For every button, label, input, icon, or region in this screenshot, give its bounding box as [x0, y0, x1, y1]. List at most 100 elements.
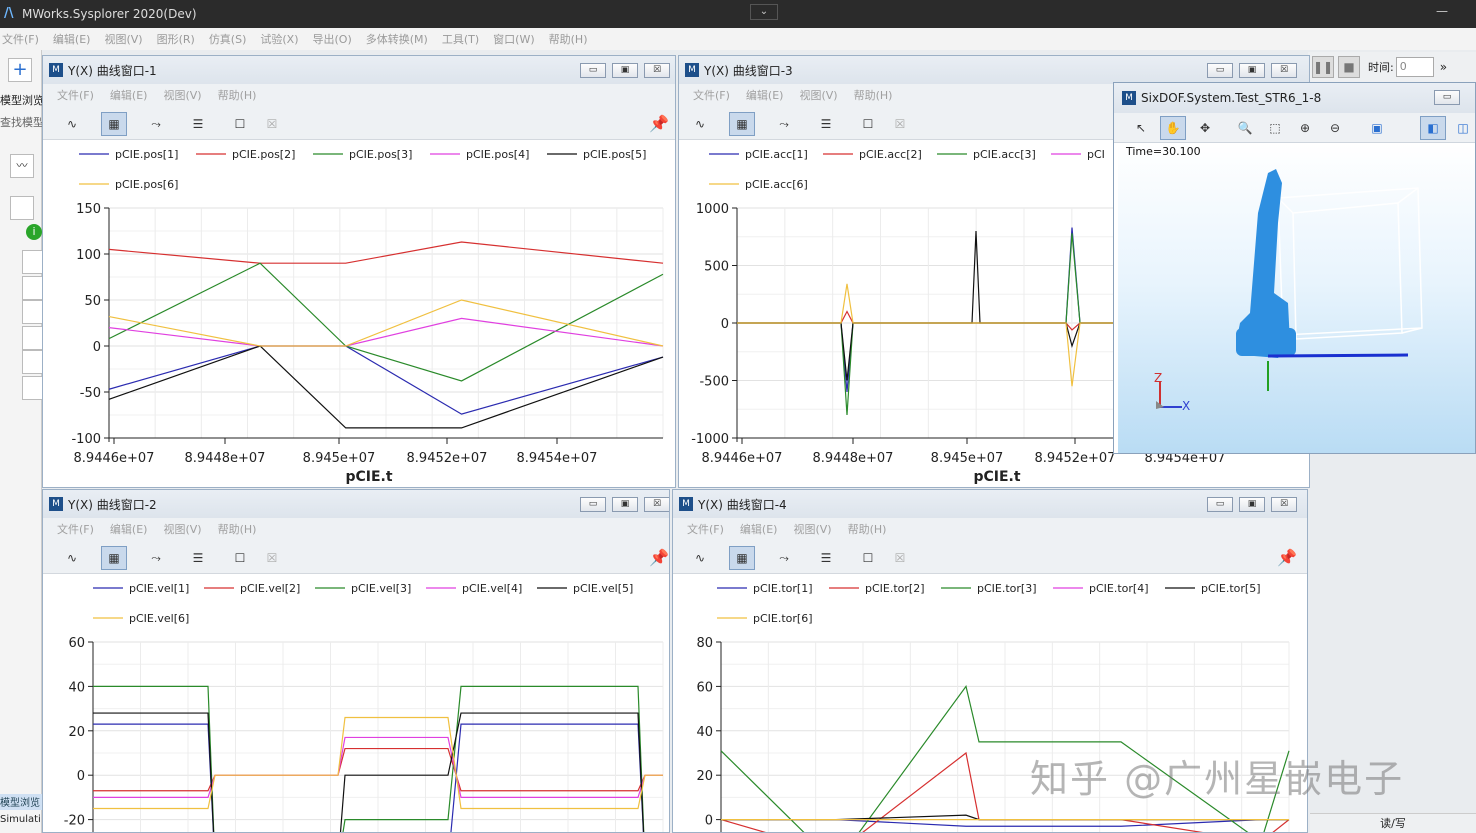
- curve-icon[interactable]: ∿: [687, 112, 713, 136]
- menu-file[interactable]: 文件(F): [57, 87, 94, 103]
- menu-simulate[interactable]: 仿真(S): [209, 31, 247, 47]
- menu-file[interactable]: 文件(F): [687, 521, 724, 537]
- menu-edit[interactable]: 编辑(E): [740, 521, 778, 537]
- minimize-button[interactable]: ▭: [580, 497, 606, 512]
- menu-edit[interactable]: 编辑(E): [746, 87, 784, 103]
- add-subplot-icon[interactable]: ☰: [185, 546, 211, 570]
- minimize-button[interactable]: —: [1436, 4, 1448, 18]
- legend-label: pCIE.vel[4]: [462, 582, 522, 595]
- pin-icon[interactable]: 📌: [649, 114, 669, 133]
- curve-icon[interactable]: ∿: [59, 112, 85, 136]
- close-button[interactable]: ☒: [1271, 497, 1297, 512]
- simulation-tab[interactable]: Simulati: [0, 814, 41, 825]
- grid-icon[interactable]: ▦: [729, 546, 755, 570]
- menu-help[interactable]: 帮助(H): [549, 31, 588, 47]
- menu-tools[interactable]: 工具(T): [442, 31, 479, 47]
- menu-edit[interactable]: 编辑(E): [110, 521, 148, 537]
- pan-hand-icon[interactable]: ✋: [1160, 116, 1186, 140]
- select-arrow-icon[interactable]: ↖: [1128, 116, 1154, 140]
- pin-icon[interactable]: 📌: [1277, 548, 1297, 567]
- menu-edit[interactable]: 编辑(E): [53, 31, 91, 47]
- stop-icon[interactable]: ■: [1338, 56, 1360, 78]
- more-icon[interactable]: »: [1440, 60, 1447, 74]
- add-subplot-icon[interactable]: ☰: [813, 112, 839, 136]
- menu-view[interactable]: 视图(V): [163, 87, 201, 103]
- watermark-text: 知乎 @广州星嵌电子: [1030, 757, 1405, 801]
- restore-button[interactable]: ▣: [1239, 63, 1265, 78]
- cursor-curve-icon[interactable]: ⤳: [143, 112, 169, 136]
- minimize-button[interactable]: ▭: [580, 63, 606, 78]
- waveform-icon[interactable]: 〰: [10, 154, 34, 178]
- bounding-box: [1277, 187, 1423, 340]
- plot-window-icon: M: [49, 63, 63, 77]
- menu-help[interactable]: 帮助(H): [854, 87, 893, 103]
- grid-icon[interactable]: ▦: [101, 546, 127, 570]
- clear-icon[interactable]: ☒: [887, 112, 913, 136]
- grid-icon[interactable]: ▦: [101, 112, 127, 136]
- add-subplot-icon[interactable]: ☰: [185, 112, 211, 136]
- close-button[interactable]: ☒: [644, 63, 670, 78]
- clear-icon[interactable]: ☒: [259, 546, 285, 570]
- menu-help[interactable]: 帮助(H): [848, 521, 887, 537]
- y-tick-label: 60: [696, 680, 713, 695]
- frame-icon[interactable]: ☐: [227, 112, 253, 136]
- restore-button[interactable]: ▣: [1239, 497, 1265, 512]
- plot-toolbar: ∿ ▦ ⤳ ☰ ☐ ☒ 📌: [43, 106, 675, 140]
- solid-view-icon[interactable]: ◧: [1420, 116, 1446, 140]
- zoom-fit-icon[interactable]: ⊕: [1292, 116, 1318, 140]
- menu-edit[interactable]: 编辑(E): [110, 87, 148, 103]
- minimize-button[interactable]: ▭: [1207, 497, 1233, 512]
- tree-node-icon[interactable]: [10, 196, 34, 220]
- wireframe-view-icon[interactable]: ◫: [1450, 116, 1475, 140]
- curve-icon[interactable]: ∿: [59, 546, 85, 570]
- minimize-button[interactable]: ▭: [1207, 63, 1233, 78]
- x-tick-label: 8.9454e+07: [517, 451, 598, 466]
- model-browser-tab[interactable]: 模型浏览: [0, 794, 42, 810]
- menu-file[interactable]: 文件(F): [2, 31, 39, 47]
- frame-icon[interactable]: ☐: [227, 546, 253, 570]
- zoom-in-icon[interactable]: 🔍: [1232, 116, 1258, 140]
- menu-experiment[interactable]: 试验(X): [260, 31, 298, 47]
- frame-icon[interactable]: ☐: [855, 112, 881, 136]
- pause-icon[interactable]: ❚❚: [1312, 56, 1334, 78]
- new-model-icon[interactable]: +: [8, 58, 32, 82]
- menu-file[interactable]: 文件(F): [693, 87, 730, 103]
- chart-svg: pCIE.pos[1] pCIE.pos[2] pCIE.pos[3] pCIE.po…: [71, 148, 664, 485]
- menu-view[interactable]: 视图(V): [163, 521, 201, 537]
- menu-multibody[interactable]: 多体转换(M): [366, 31, 428, 47]
- plot-toolbar: ∿ ▦ ⤳ ☰ ☐ ☒ 📌: [673, 540, 1307, 574]
- add-subplot-icon[interactable]: ☰: [813, 546, 839, 570]
- curve-icon[interactable]: ∿: [687, 546, 713, 570]
- rotate-icon[interactable]: ✥: [1192, 116, 1218, 140]
- grid-icon[interactable]: ▦: [729, 112, 755, 136]
- cursor-curve-icon[interactable]: ⤳: [771, 112, 797, 136]
- cursor-curve-icon[interactable]: ⤳: [771, 546, 797, 570]
- x-tick-label: 8.9452e+07: [1035, 451, 1116, 466]
- restore-button[interactable]: ▣: [612, 497, 638, 512]
- search-model-input[interactable]: 查找模型: [0, 114, 44, 130]
- close-button[interactable]: ☒: [644, 497, 669, 512]
- clear-icon[interactable]: ☒: [887, 546, 913, 570]
- cursor-curve-icon[interactable]: ⤳: [143, 546, 169, 570]
- menu-file[interactable]: 文件(F): [57, 521, 94, 537]
- clear-icon[interactable]: ☒: [259, 112, 285, 136]
- menu-help[interactable]: 帮助(H): [218, 87, 257, 103]
- time-input[interactable]: 0: [1395, 57, 1434, 77]
- minimize-button[interactable]: ▭: [1434, 90, 1460, 105]
- restore-button[interactable]: ▣: [612, 63, 638, 78]
- close-button[interactable]: ☒: [1271, 63, 1297, 78]
- frame-icon[interactable]: ☐: [855, 546, 881, 570]
- menu-view[interactable]: 视图(V): [104, 31, 142, 47]
- pin-icon[interactable]: 📌: [649, 548, 669, 567]
- zoom-out-icon[interactable]: ⊖: [1322, 116, 1348, 140]
- menu-window[interactable]: 窗口(W): [493, 31, 534, 47]
- menu-export[interactable]: 导出(O): [313, 31, 352, 47]
- zoom-box-icon[interactable]: ⬚: [1262, 116, 1288, 140]
- menu-help[interactable]: 帮助(H): [218, 521, 257, 537]
- view-cube-icon[interactable]: ▣: [1364, 116, 1390, 140]
- chevron-down-icon[interactable]: ⌄: [750, 4, 778, 20]
- menu-graph[interactable]: 图形(R): [157, 31, 195, 47]
- menu-view[interactable]: 视图(V): [793, 521, 831, 537]
- menu-view[interactable]: 视图(V): [799, 87, 837, 103]
- 3d-viewport[interactable]: Time=30.100 Z X: [1118, 143, 1475, 453]
